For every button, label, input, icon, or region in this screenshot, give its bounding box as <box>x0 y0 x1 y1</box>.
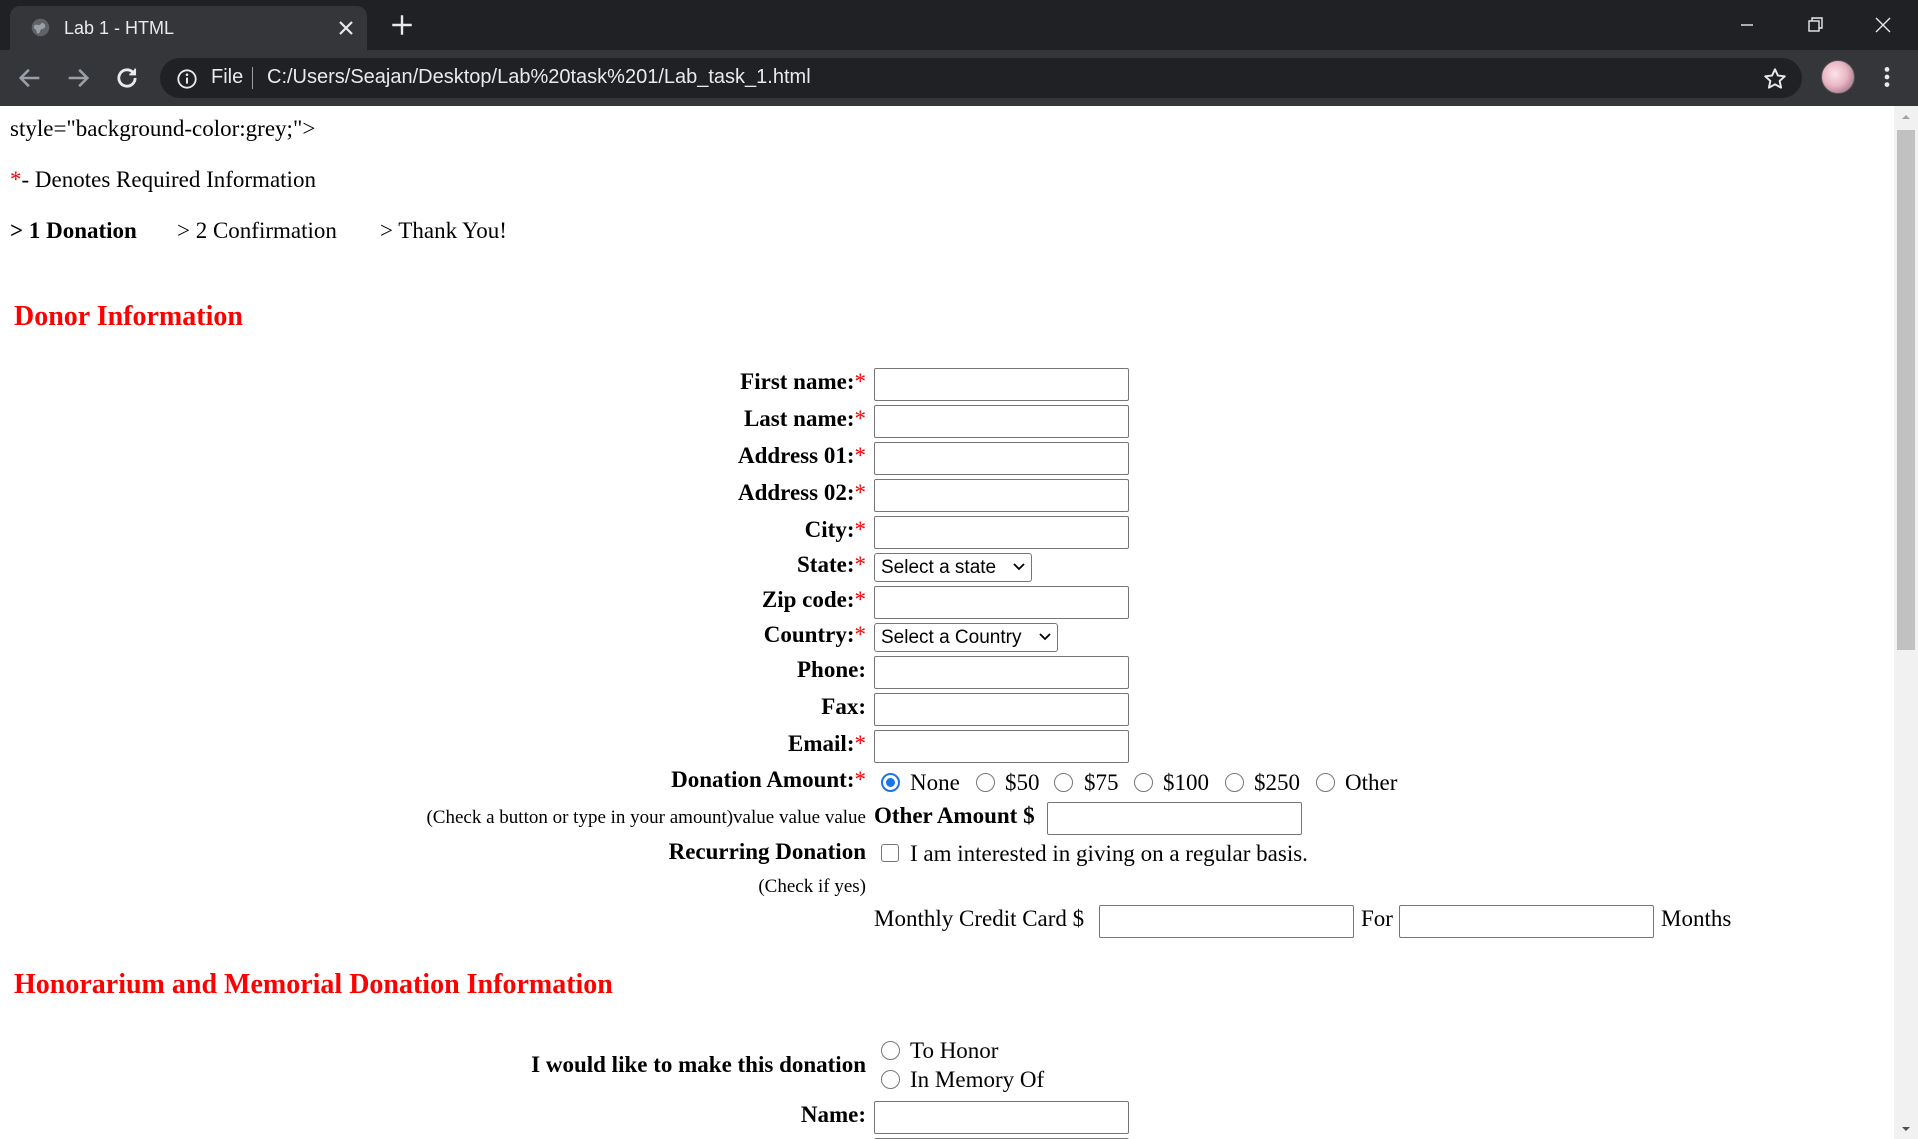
forward-arrow-icon[interactable] <box>64 64 92 92</box>
fax-label: Fax: <box>821 694 866 719</box>
country-select-value: Select a Country <box>881 627 1022 648</box>
profile-avatar[interactable] <box>1821 60 1855 94</box>
recurring-donation-checkbox[interactable] <box>881 844 899 862</box>
fax-input[interactable] <box>874 693 1129 726</box>
address-02-input[interactable] <box>874 479 1129 512</box>
required-asterisk: * <box>10 167 22 192</box>
months-count-input[interactable] <box>1399 905 1654 938</box>
other-amount-label: Other Amount $ <box>874 803 1035 828</box>
donation-option-250: $250 <box>1254 770 1300 795</box>
close-window-icon[interactable] <box>1868 10 1898 40</box>
donation-option-100: $100 <box>1163 770 1209 795</box>
recurring-donation-text: I am interested in giving on a regular b… <box>910 841 1308 866</box>
chevron-down-icon <box>1013 563 1025 571</box>
globe-icon <box>31 18 50 37</box>
restore-icon[interactable] <box>1800 10 1830 40</box>
scroll-down-arrow-icon[interactable] <box>1899 1122 1913 1136</box>
other-amount-input[interactable] <box>1047 802 1302 835</box>
donation-radio-50[interactable] <box>976 773 995 792</box>
step-donation: > 1 Donation <box>10 218 137 243</box>
monthly-amount-input[interactable] <box>1099 905 1354 938</box>
phone-input[interactable] <box>874 656 1129 689</box>
info-icon[interactable] <box>176 68 198 90</box>
zip-code-label: Zip code:* <box>761 587 866 612</box>
address-01-label: Address 01:* <box>737 443 866 468</box>
new-tab-icon[interactable] <box>389 12 415 38</box>
close-icon[interactable] <box>334 16 358 40</box>
step-thank-you: > Thank You! <box>380 218 507 243</box>
recurring-donation-label: Recurring Donation <box>668 839 866 864</box>
more-vert-icon[interactable] <box>1874 64 1900 90</box>
donation-option-50: $50 <box>1005 770 1040 795</box>
required-note: *- Denotes Required Information <box>10 167 316 193</box>
honoree-name-label: Name: <box>800 1102 866 1127</box>
city-input[interactable] <box>874 516 1129 549</box>
address-bar[interactable]: File C:/Users/Seajan/Desktop/Lab%20task%… <box>160 58 1802 98</box>
email-input[interactable] <box>874 730 1129 763</box>
donation-option-other: Other <box>1345 770 1398 795</box>
honor-choice-label: I would like to make this donation <box>531 1052 866 1077</box>
step-confirmation: > 2 Confirmation <box>177 218 337 243</box>
donation-radio-250[interactable] <box>1225 773 1244 792</box>
scrollbar-thumb[interactable] <box>1897 130 1915 650</box>
minimize-icon[interactable] <box>1732 10 1762 40</box>
first-name-input[interactable] <box>874 368 1129 401</box>
tab-strip: Lab 1 - HTML <box>0 0 1918 50</box>
url-text[interactable]: C:/Users/Seajan/Desktop/Lab%20task%201/L… <box>267 66 811 89</box>
email-label: Email:* <box>788 731 866 756</box>
country-label: Country:* <box>763 622 866 647</box>
in-memory-of-radio[interactable] <box>881 1070 900 1089</box>
to-honor-radio[interactable] <box>881 1041 900 1060</box>
last-name-label: Last name:* <box>743 406 866 431</box>
reload-icon[interactable] <box>113 64 141 92</box>
address-01-input[interactable] <box>874 442 1129 475</box>
state-label: State:* <box>797 552 866 577</box>
back-arrow-icon[interactable] <box>16 64 44 92</box>
donation-radio-other[interactable] <box>1316 773 1335 792</box>
to-honor-label: To Honor <box>910 1038 999 1063</box>
address-02-label: Address 02:* <box>737 480 866 505</box>
country-select[interactable]: Select a Country <box>874 623 1058 652</box>
browser-tab[interactable]: Lab 1 - HTML <box>10 6 367 50</box>
donation-option-75: $75 <box>1084 770 1119 795</box>
last-name-input[interactable] <box>874 405 1129 438</box>
state-select[interactable]: Select a state <box>874 553 1032 582</box>
phone-label: Phone: <box>797 657 866 682</box>
donation-radio-100[interactable] <box>1134 773 1153 792</box>
state-select-value: Select a state <box>881 557 997 578</box>
page-content: style="background-color:grey;"> *- Denot… <box>0 106 1894 1139</box>
chevron-down-icon <box>1039 633 1051 641</box>
donation-hint: (Check a button or type in your amount)v… <box>426 807 866 828</box>
omnibox-divider <box>252 67 253 89</box>
scroll-up-arrow-icon[interactable] <box>1899 110 1913 124</box>
donation-radio-75[interactable] <box>1054 773 1073 792</box>
donation-radio-none[interactable] <box>881 773 900 792</box>
browser-toolbar: File C:/Users/Seajan/Desktop/Lab%20task%… <box>0 50 1918 106</box>
zip-code-input[interactable] <box>874 586 1129 619</box>
honoree-name-input[interactable] <box>874 1101 1129 1134</box>
recurring-hint: (Check if yes) <box>758 876 866 897</box>
monthly-credit-card-label: Monthly Credit Card $ <box>874 906 1085 931</box>
stray-style-text: style="background-color:grey;"> <box>10 116 316 141</box>
honorarium-heading: Honorarium and Memorial Donation Informa… <box>14 969 613 1000</box>
bookmark-star-icon[interactable] <box>1762 66 1788 92</box>
city-label: City:* <box>804 517 866 542</box>
required-note-text: - Denotes Required Information <box>21 167 316 192</box>
donation-option-none: None <box>910 770 960 795</box>
months-label: Months <box>1661 906 1732 931</box>
donor-information-heading: Donor Information <box>14 301 243 332</box>
in-memory-of-label: In Memory Of <box>910 1067 1045 1092</box>
first-name-label: First name:* <box>740 369 866 394</box>
tab-title: Lab 1 - HTML <box>64 18 175 38</box>
for-label: For <box>1361 906 1393 931</box>
donation-amount-label: Donation Amount:* <box>671 767 866 792</box>
url-scheme-label: File <box>211 66 244 88</box>
